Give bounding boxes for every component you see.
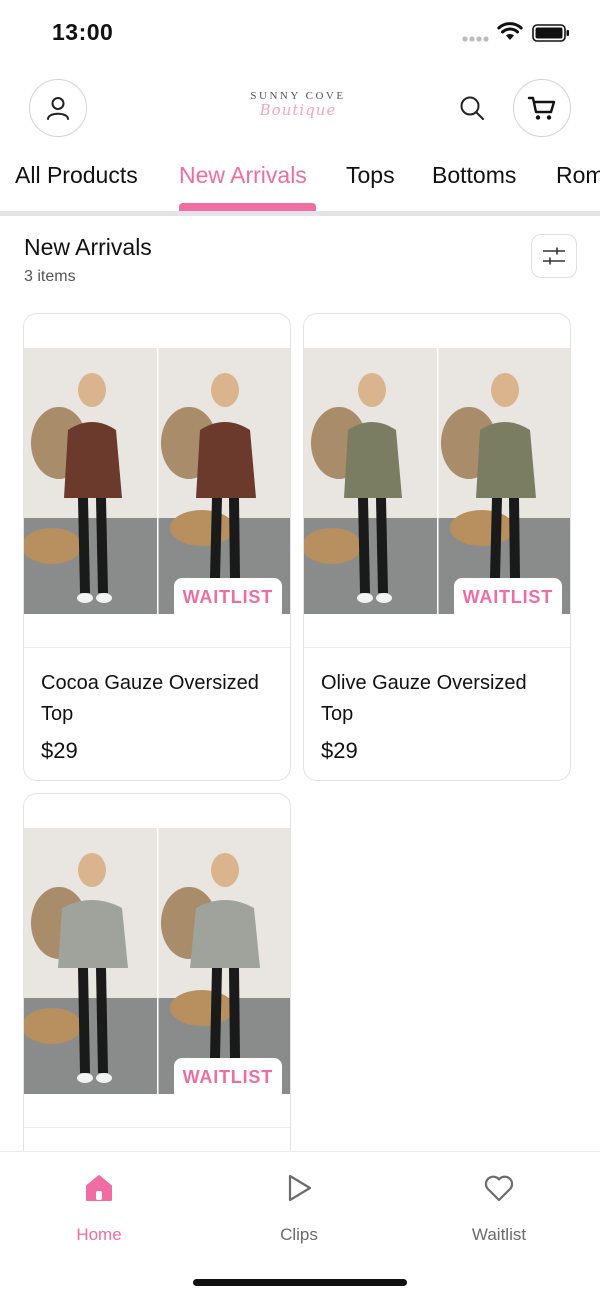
product-name[interactable]: Cocoa Gauze Oversized Top (41, 668, 281, 730)
tab-new-arrivals[interactable]: New Arrivals (179, 162, 307, 189)
brand-script: Boutique (259, 101, 337, 119)
app-header: SUNNY COVE Boutique (0, 66, 600, 152)
product-photo[interactable]: WAITLIST (24, 348, 290, 614)
card-divider (304, 647, 570, 648)
product-photo[interactable]: WAITLIST (304, 348, 570, 614)
home-indicator (193, 1279, 407, 1286)
heart-icon (484, 1175, 514, 1202)
product-name[interactable]: Olive Gauze Oversized Top (321, 668, 561, 730)
item-count: 3 items (24, 268, 76, 285)
waitlist-badge: WAITLIST (453, 578, 562, 614)
card-divider (24, 1127, 290, 1128)
bottom-nav: Home Clips Waitlist (0, 1151, 600, 1299)
wifi-icon (497, 22, 523, 40)
card-divider (24, 647, 290, 648)
product-card[interactable]: WAITLIST Cocoa Gauze Oversized Top $29 (23, 313, 291, 781)
tab-tops[interactable]: Tops (346, 162, 395, 189)
play-icon (288, 1174, 312, 1202)
account-button[interactable] (29, 79, 87, 137)
waitlist-badge: WAITLIST (173, 578, 282, 614)
product-price: $29 (321, 738, 358, 763)
search-icon (460, 96, 484, 120)
tab-rompers[interactable]: Rompers (556, 162, 600, 189)
nav-waitlist-label: Waitlist (471, 1225, 527, 1244)
waitlist-badge: WAITLIST (173, 1058, 282, 1094)
tab-bottoms[interactable]: Bottoms (432, 162, 516, 189)
filter-button[interactable] (531, 234, 577, 278)
status-bar: 13:00 (0, 0, 600, 66)
tab-all-products[interactable]: All Products (15, 162, 138, 189)
nav-clips-label: Clips (280, 1225, 318, 1244)
category-tabs: All Products New Arrivals Tops Bottoms R… (0, 152, 600, 216)
product-card[interactable]: WAITLIST Olive Gauze Oversized Top $29 (303, 313, 571, 781)
cart-button[interactable] (513, 79, 571, 137)
product-price: $29 (41, 738, 78, 763)
product-card[interactable]: WAITLIST (23, 793, 291, 1173)
battery-icon (532, 24, 569, 42)
product-photo[interactable]: WAITLIST (24, 828, 290, 1094)
cart-icon (527, 96, 556, 120)
signal-icon (462, 36, 489, 42)
account-icon (47, 97, 69, 120)
search-button[interactable] (454, 90, 490, 126)
section-title: New Arrivals (24, 234, 152, 260)
filter-sliders-icon (543, 247, 565, 265)
active-tab-indicator (179, 203, 316, 211)
nav-clips[interactable]: Clips (239, 1168, 359, 1245)
nav-waitlist[interactable]: Waitlist (439, 1168, 559, 1245)
nav-home[interactable]: Home (39, 1168, 159, 1245)
nav-home-label: Home (76, 1225, 122, 1244)
brand-logo[interactable]: SUNNY COVE Boutique (236, 90, 360, 130)
status-time: 13:00 (52, 19, 114, 45)
home-icon (86, 1175, 112, 1201)
